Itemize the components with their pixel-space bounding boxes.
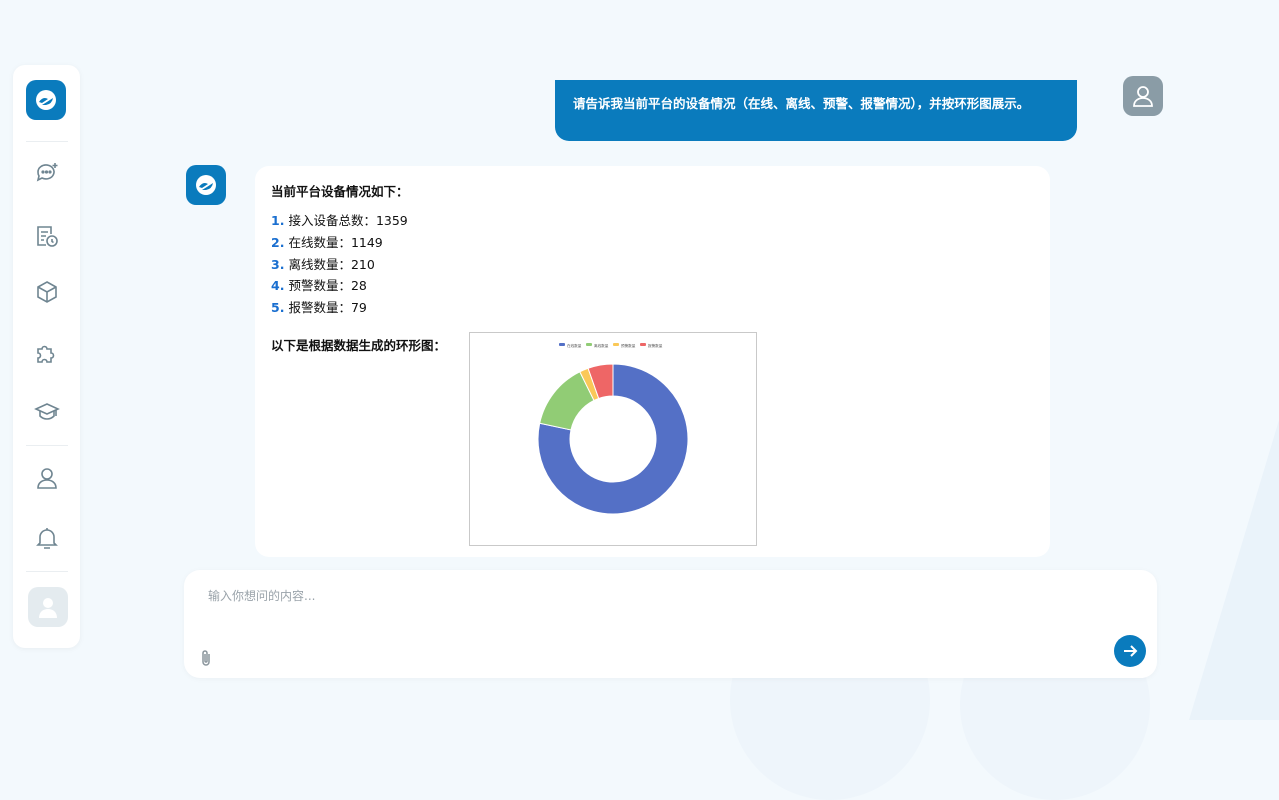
profile-icon[interactable] [33,464,61,492]
message-input[interactable] [206,588,1090,604]
donut-chart-frame: 在线数量 离线数量 预警数量 报警数量 [469,332,757,546]
donut-chart: 在线数量 离线数量 预警数量 报警数量 [537,343,689,515]
bot-avatar-icon [186,165,226,205]
legend-label-4: 报警数量 [648,343,663,348]
legend-swatch-4 [640,343,646,346]
box-icon[interactable] [33,278,61,306]
logo-icon[interactable] [26,80,66,120]
new-chat-icon[interactable] [33,159,61,187]
bot-title: 当前平台设备情况如下： [271,184,409,199]
legend-label-1: 在线数量 [567,343,582,348]
history-icon[interactable] [33,222,61,250]
bot-message-card: 当前平台设备情况如下： 1. 接入设备总数：1359 2. 在线数量：1149 … [255,166,1050,557]
legend-swatch-2 [586,343,592,346]
composer [184,570,1157,678]
list-item: 2. 在线数量：1149 [271,234,383,250]
user-message-text: 请告诉我当前平台的设备情况（在线、离线、预警、报警情况），并按环形图展示。 [573,96,1030,111]
sidebar-divider [26,571,68,572]
plugin-icon[interactable] [33,339,61,367]
list-item: 3. 离线数量：210 [271,256,375,272]
avatar-icon[interactable] [28,587,68,627]
user-avatar-icon [1123,76,1163,116]
legend-label-3: 预警数量 [621,343,636,348]
background-triangle [1189,420,1279,720]
legend-label-2: 离线数量 [594,343,609,348]
sidebar-divider [26,141,68,142]
list-item: 4. 预警数量：28 [271,278,367,294]
sidebar-divider [26,445,68,446]
sidebar [13,65,80,648]
legend-swatch-1 [559,343,565,346]
legend-swatch-3 [613,343,619,346]
user-message-bubble: 请告诉我当前平台的设备情况（在线、离线、预警、报警情况），并按环形图展示。 [555,80,1077,141]
send-button[interactable] [1114,635,1146,667]
chart-intro: 以下是根据数据生成的环形图： [271,338,447,353]
learning-icon[interactable] [33,398,61,426]
bell-icon[interactable] [33,524,61,552]
arrow-right-icon [1124,645,1138,657]
list-item: 5. 报警数量：79 [271,300,367,316]
paperclip-icon[interactable] [198,648,214,668]
stat-list: 1. 接入设备总数：1359 2. 在线数量：1149 3. 离线数量：210 … [271,212,408,321]
list-item: 1. 接入设备总数：1359 [271,213,408,228]
